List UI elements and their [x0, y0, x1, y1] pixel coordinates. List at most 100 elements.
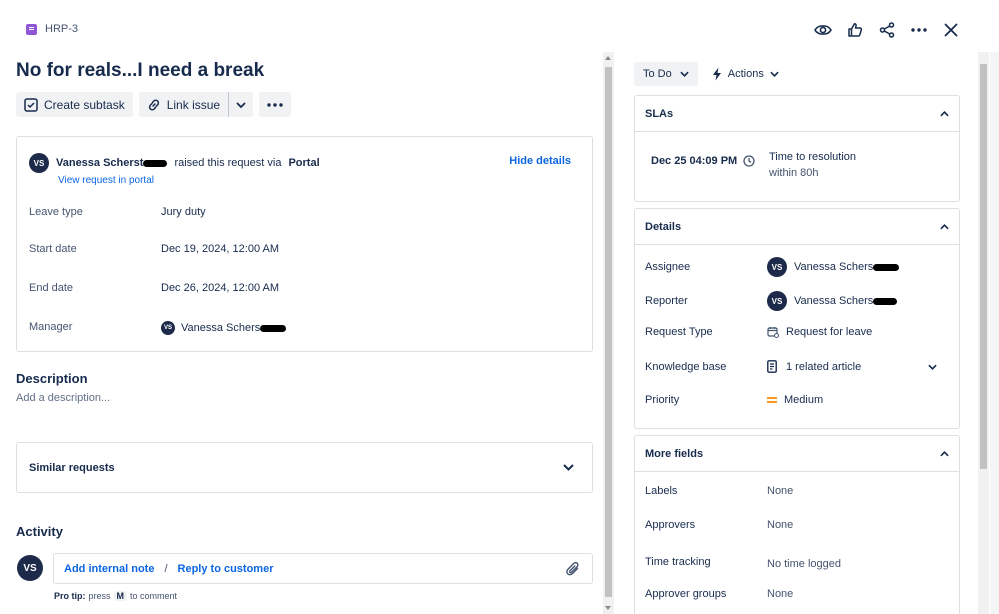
field-label: Manager — [29, 321, 73, 333]
sla-description: Time to resolution within 80h — [769, 149, 856, 181]
field-label: Labels — [645, 485, 678, 497]
request-summary: VS Vanessa Scherst raised this request v… — [29, 153, 320, 173]
reply-to-customer-button[interactable]: Reply to customer — [178, 563, 274, 575]
avatar[interactable]: VS — [29, 153, 49, 173]
similar-requests-panel[interactable]: Similar requests — [16, 442, 593, 493]
field-value[interactable]: Dec 26, 2024, 12:00 AM — [161, 282, 279, 294]
avatar: VS — [161, 321, 175, 335]
field-value[interactable]: None — [767, 588, 951, 600]
watch-eye-icon[interactable] — [813, 20, 833, 40]
create-subtask-button[interactable]: Create subtask — [16, 92, 133, 117]
clock-icon — [743, 155, 755, 167]
add-internal-note-button[interactable]: Add internal note — [64, 563, 154, 575]
sidebar-scrollbar[interactable] — [978, 52, 989, 614]
pro-tip: Pro tip: press M to comment — [54, 591, 177, 601]
attachment-icon[interactable] — [566, 561, 580, 580]
slas-panel: SLAs Dec 25 04:09 PM Time to resolution … — [634, 95, 960, 202]
assignee-value[interactable]: VS Vanessa Schers — [767, 257, 951, 277]
avatar[interactable]: VS — [17, 555, 43, 581]
status-label: To Do — [643, 68, 672, 80]
status-dropdown[interactable]: To Do — [634, 62, 698, 86]
raised-via-text: raised this request via — [174, 157, 282, 169]
field-label: Approvers — [645, 519, 696, 531]
request-channel: Portal — [288, 157, 320, 169]
priority-value[interactable]: Medium — [767, 394, 951, 406]
start-date-field: Start date Dec 19, 2024, 12:00 AM — [29, 243, 279, 255]
knowledge-base-value[interactable]: 1 related article — [767, 360, 951, 373]
scroll-down-arrow[interactable] — [605, 606, 611, 610]
field-value[interactable]: Jury duty — [161, 206, 206, 218]
separator: / — [164, 562, 168, 575]
scrollbar-thumb[interactable] — [980, 64, 987, 469]
avatar: VS — [767, 257, 787, 277]
assignee-field: Assignee VS Vanessa Schers — [645, 257, 951, 277]
field-label: Leave type — [29, 206, 83, 218]
calendar-icon — [767, 327, 779, 338]
details-panel: Details Assignee VS Vanessa Schers Repor… — [634, 208, 960, 429]
breadcrumb[interactable]: HRP-3 — [26, 23, 78, 35]
more-options-icon[interactable] — [909, 20, 929, 40]
scrollbar-thumb[interactable] — [605, 67, 612, 597]
sla-date-text: Dec 25 04:09 PM — [651, 155, 738, 167]
share-icon[interactable] — [877, 20, 897, 40]
field-value[interactable]: None — [767, 519, 951, 531]
manager-name: Vanessa Schers — [181, 322, 287, 334]
priority-field: Priority Medium — [645, 394, 951, 406]
avatar: VS — [767, 291, 787, 311]
details-panel-header[interactable]: Details — [635, 209, 959, 245]
field-value[interactable]: No time logged — [767, 554, 951, 570]
sla-target-date: Dec 25 04:09 PM — [651, 155, 755, 167]
service-request-icon — [26, 23, 37, 35]
description-input[interactable]: Add a description... — [16, 392, 110, 404]
main-scrollbar[interactable] — [603, 52, 614, 614]
actions-label: Actions — [727, 68, 764, 80]
slas-panel-header[interactable]: SLAs — [635, 96, 959, 132]
scroll-up-arrow[interactable] — [605, 56, 611, 60]
link-issue-label: Link issue — [166, 97, 221, 112]
chevron-down-icon — [236, 101, 246, 108]
hide-details-button[interactable]: Hide details — [509, 155, 571, 167]
reporter-name[interactable]: Vanessa Scherst — [56, 157, 168, 169]
link-issue-dropdown[interactable] — [229, 92, 254, 117]
reporter-field: Reporter VS Vanessa Schers — [645, 291, 951, 311]
request-type-value[interactable]: Request for leave — [767, 326, 951, 338]
chevron-down-icon — [563, 460, 574, 474]
link-issue-button[interactable]: Link issue — [138, 92, 230, 117]
status-row: To Do Actions — [634, 62, 785, 86]
link-issue-group: Link issue — [138, 92, 254, 117]
leave-type-field: Leave type Jury duty — [29, 206, 206, 218]
more-fields-panel-header[interactable]: More fields — [635, 436, 959, 472]
view-request-in-portal-link[interactable]: View request in portal — [58, 175, 154, 186]
issue-key-label[interactable]: HRP-3 — [45, 23, 78, 35]
background-page-edge — [990, 52, 999, 614]
close-icon[interactable] — [941, 20, 961, 40]
comment-box[interactable]: Add internal note / Reply to customer — [53, 553, 593, 584]
manager-field: Manager VS Vanessa Schers — [29, 321, 287, 335]
more-fields-panel: More fields Labels None Approvers None T… — [634, 435, 960, 614]
reporter-value[interactable]: VS Vanessa Schers — [767, 291, 951, 311]
subtask-icon — [24, 97, 38, 112]
issue-title[interactable]: No for reals...I need a break — [16, 60, 264, 82]
field-value[interactable]: None — [767, 485, 951, 497]
panel-title: SLAs — [645, 107, 674, 120]
sla-name: Time to resolution — [769, 151, 857, 163]
thumbs-up-icon[interactable] — [845, 20, 865, 40]
panel-title: More fields — [645, 447, 704, 460]
field-label: Knowledge base — [645, 360, 727, 373]
more-actions-button[interactable] — [259, 92, 292, 117]
keyboard-shortcut-key: M — [113, 591, 128, 601]
field-label: Reporter — [645, 295, 688, 307]
create-subtask-label: Create subtask — [44, 97, 125, 112]
panel-title: Details — [645, 220, 682, 233]
manager-value[interactable]: VS Vanessa Schers — [161, 321, 287, 335]
chevron-up-icon — [940, 223, 949, 229]
field-label: Priority — [645, 394, 680, 406]
field-value[interactable]: Dec 19, 2024, 12:00 AM — [161, 243, 279, 255]
lightning-icon — [712, 67, 721, 81]
actions-dropdown[interactable]: Actions — [706, 62, 785, 86]
issue-toolbar: Create subtask Link issue — [16, 92, 292, 117]
issue-sidebar: To Do Actions SLAs Dec 25 04:09 PM Time … — [622, 52, 977, 614]
field-label: Assignee — [645, 261, 691, 273]
chevron-up-icon — [940, 450, 949, 456]
knowledge-base-text: 1 related article — [786, 360, 862, 373]
